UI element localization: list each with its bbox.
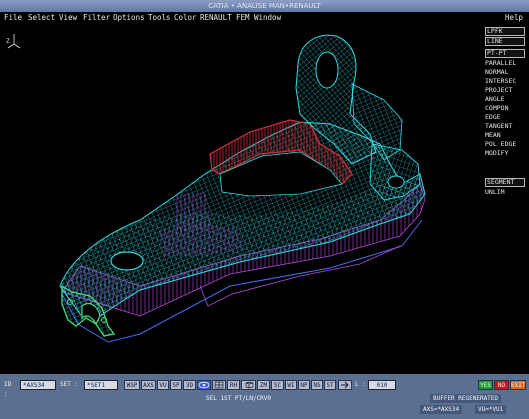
cmd-compon[interactable]: COMPON [485, 104, 525, 113]
status-message: BUFFER REGENERATED [430, 394, 502, 403]
np-button[interactable]: NP [298, 380, 310, 390]
menu-help[interactable]: Help [505, 12, 523, 23]
bulkhead [160, 224, 242, 256]
id-field[interactable]: *AXS34 [20, 380, 56, 390]
yes-button[interactable]: YES [478, 380, 493, 390]
cmd-pol-edge[interactable]: POL EDGE [485, 140, 525, 149]
axis-z-label: Z [6, 38, 10, 45]
menu-options[interactable]: Options [113, 12, 145, 23]
axis-triad: Z [6, 34, 21, 49]
wireframe-model: Z [6, 34, 426, 343]
l-field[interactable]: 010 [368, 380, 396, 390]
cmd-segment[interactable]: SEGMENT [485, 178, 525, 187]
roll-hoop-opening [315, 51, 339, 89]
st-button[interactable]: ST [324, 380, 336, 390]
nose-hole [110, 251, 144, 271]
eye-icon [198, 381, 210, 389]
command-panel: LPFK LINE PT-PT PARALLEL NORMAL INTERSEC… [481, 24, 529, 374]
vu-button[interactable]: VU [157, 380, 169, 390]
l-label: L : [355, 381, 366, 388]
status-area: ID : *AXS34 SET : *SET1 WSP AXS VU SP 3D… [0, 374, 529, 419]
arrow-right-icon [341, 381, 349, 389]
arrow-button[interactable] [338, 380, 352, 390]
cmd-tangent[interactable]: TANGENT [485, 122, 525, 131]
ns-button[interactable]: NS [311, 380, 323, 390]
cmd-parallel[interactable]: PARALLEL [485, 59, 525, 68]
menu-color[interactable]: Color [174, 12, 197, 23]
window-title: CATIA • ANALISE MAN•RENAULT [208, 2, 321, 10]
wsp-button[interactable]: WSP [124, 380, 140, 390]
wi-button[interactable]: WI [285, 380, 297, 390]
cmd-normal[interactable]: NORMAL [485, 68, 525, 77]
axs-button[interactable]: AXS [141, 380, 156, 390]
box-icon-button[interactable] [241, 380, 256, 390]
menu-renault[interactable]: RENAULT [200, 12, 232, 23]
cmd-edge[interactable]: EDGE [485, 113, 525, 122]
cmd-line[interactable]: LINE [485, 37, 525, 46]
menu-window[interactable]: Window [254, 12, 281, 23]
sc-button[interactable]: SC [271, 380, 284, 390]
menu-view[interactable]: View [59, 12, 77, 23]
zm-button[interactable]: ZM [257, 380, 270, 390]
view-icon-button[interactable] [197, 380, 211, 390]
cmd-intersec[interactable]: INTERSEC [485, 77, 525, 86]
menu-file[interactable]: File [4, 12, 22, 23]
box-icon [245, 381, 253, 389]
view-info: VU=*VU1 [475, 405, 507, 414]
menu-select[interactable]: Select [28, 12, 55, 23]
rh-button[interactable]: RH [227, 380, 240, 390]
grid-icon [214, 381, 224, 389]
exit-button[interactable]: EXIT [510, 380, 526, 390]
cmd-modify[interactable]: MODIFY [485, 149, 525, 158]
cmd-unlim[interactable]: UNLIM [485, 188, 525, 197]
cmd-angle[interactable]: ANGLE [485, 95, 525, 104]
no-button[interactable]: NO [494, 380, 509, 390]
menu-filter[interactable]: Filter [83, 12, 110, 23]
grid-icon-button[interactable] [212, 380, 226, 390]
menu-fem[interactable]: FEM [236, 12, 250, 23]
menu-tools[interactable]: Tools [148, 12, 171, 23]
sp-button[interactable]: SP [170, 380, 182, 390]
menu-bar: File Select View Filter Options Tools Co… [0, 12, 529, 23]
set-field[interactable]: *SET1 [84, 380, 118, 390]
cmd-lpfk[interactable]: LPFK [485, 27, 525, 36]
3d-button[interactable]: 3D [183, 380, 196, 390]
axis-info: AXS=*AXS34 [420, 405, 463, 414]
set-label: SET : [60, 381, 79, 388]
cmd-mean[interactable]: MEAN [485, 131, 525, 140]
cmd-pt-pt[interactable]: PT-PT [485, 49, 525, 58]
cmd-project[interactable]: PROJECT [485, 86, 525, 95]
prompt-message: SEL 1ST PT/LN/CRV0 [206, 395, 272, 402]
window-title-bar: CATIA • ANALISE MAN•RENAULT [0, 0, 529, 12]
rear-hole [387, 175, 405, 189]
graphics-viewport[interactable]: Z [0, 24, 481, 374]
id-label: ID : [4, 381, 12, 398]
